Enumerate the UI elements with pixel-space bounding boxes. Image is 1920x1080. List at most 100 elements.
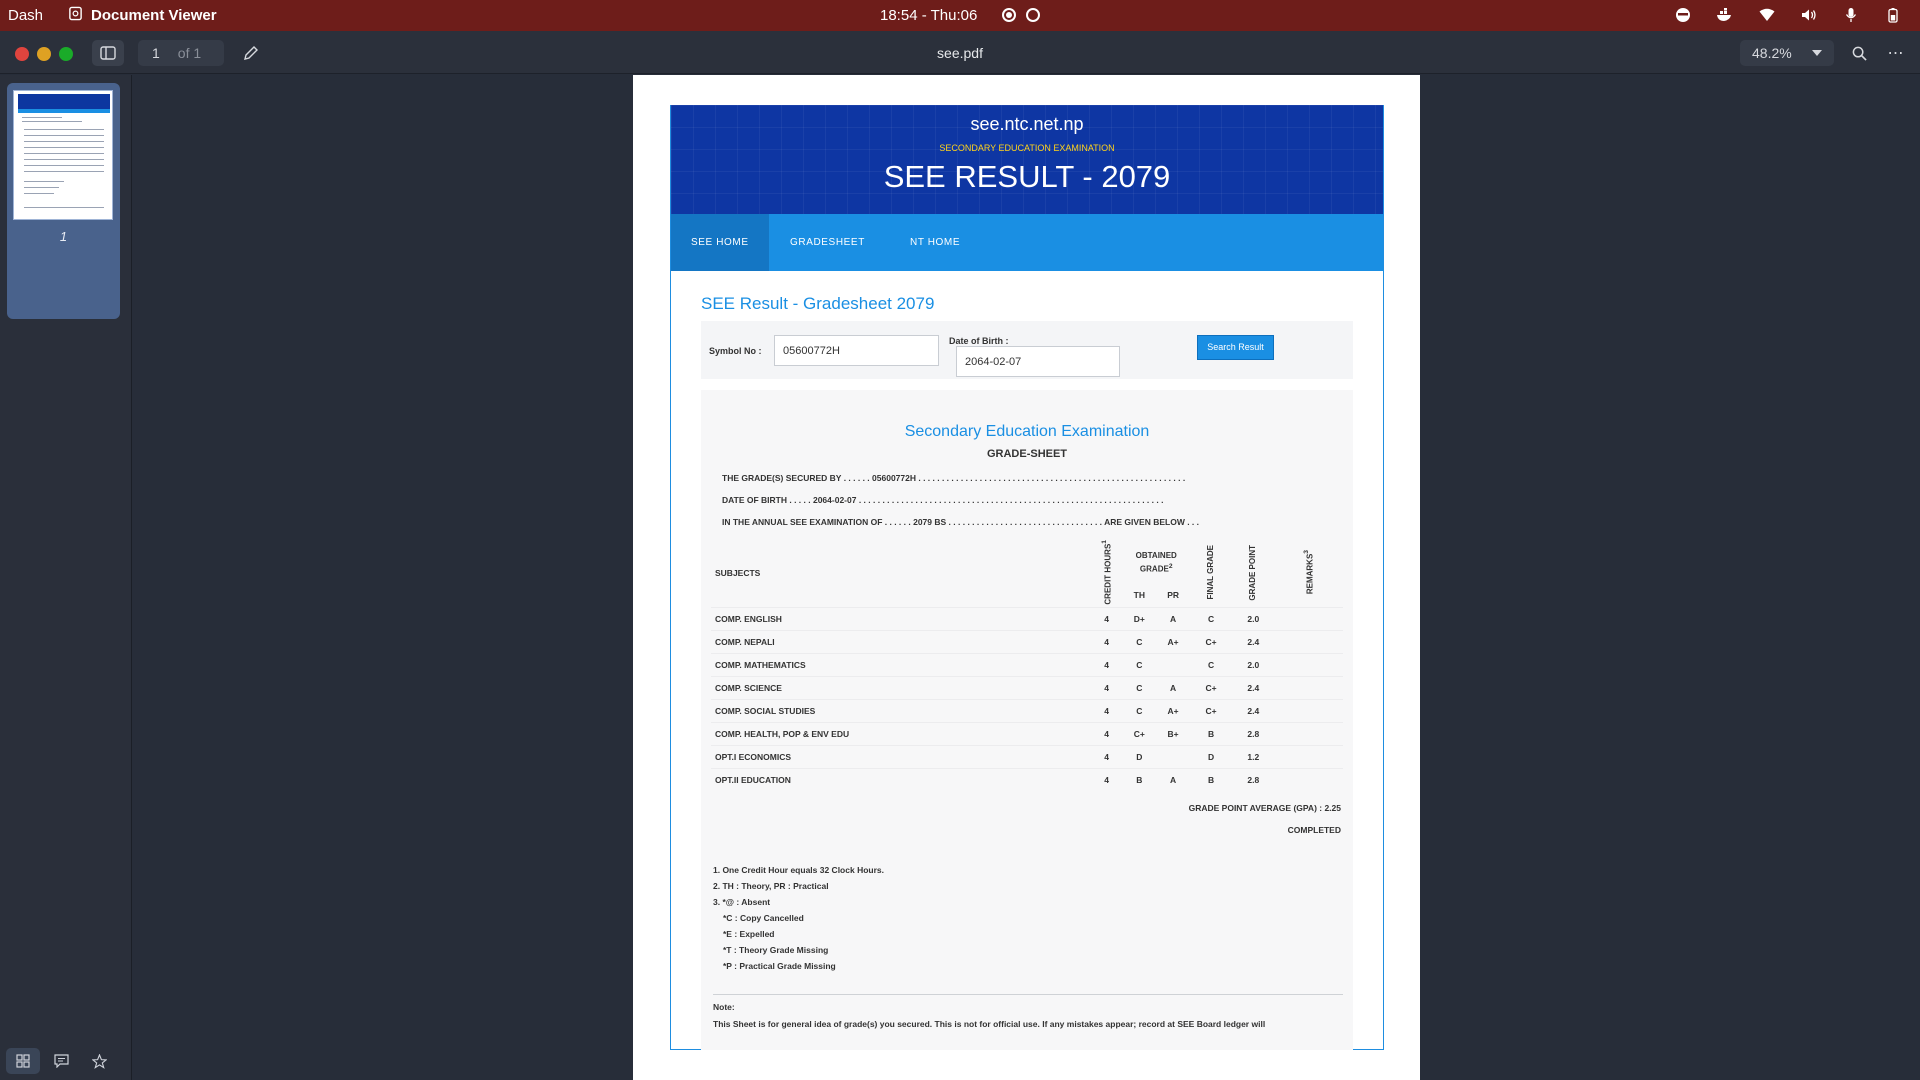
site-domain: see.ntc.net.np	[970, 114, 1084, 134]
dob-label: Date of Birth :	[949, 336, 1009, 346]
credit-cell: 4	[1090, 652, 1123, 677]
table-row: COMP. NEPALI 4 C A+ C+ 2.4	[711, 629, 1343, 654]
grade-point-cell: 2.8	[1232, 721, 1275, 746]
volume-icon[interactable]	[1800, 6, 1818, 24]
more-options-button[interactable]: ⋯	[1882, 40, 1910, 66]
wifi-icon[interactable]	[1758, 6, 1776, 24]
final-grade-cell: C+	[1189, 629, 1233, 654]
annotate-button[interactable]	[238, 40, 264, 66]
footnote-practical-missing: *P : Practical Grade Missing	[723, 961, 836, 971]
header-remarks: REMARKS3	[1302, 550, 1315, 595]
circle-indicator-icon[interactable]	[1026, 8, 1040, 22]
final-grade-cell: C+	[1189, 698, 1233, 723]
clock[interactable]: 18:54 - Thu:06	[880, 7, 977, 24]
remarks-cell	[1274, 767, 1343, 792]
credit-cell: 4	[1090, 744, 1123, 769]
close-window-button[interactable]	[15, 47, 29, 61]
table-row: COMP. MATHEMATICS 4 C C 2.0	[711, 652, 1343, 677]
remarks-cell	[1274, 629, 1343, 654]
page-number-input[interactable]: 1	[152, 45, 160, 61]
grade-point-cell: 2.4	[1232, 675, 1275, 700]
page-number-field[interactable]: 1 of 1	[138, 40, 224, 66]
sheet-title: Secondary Education Examination	[904, 423, 1150, 440]
header-subjects: SUBJECTS	[715, 568, 761, 579]
thumbnail-page-number: 1	[59, 229, 68, 244]
nav-nt-home[interactable]: NT HOME	[890, 214, 980, 271]
sidebar-toggle-button[interactable]	[92, 40, 124, 66]
footnote-3: 3. *@ : Absent	[713, 897, 771, 907]
subject-cell: COMP. HEALTH, POP & ENV EDU	[711, 721, 1091, 746]
annotations-view-button[interactable]	[44, 1048, 78, 1074]
subject-cell: OPT.II EDUCATION	[711, 767, 1091, 792]
gpa-summary: GRADE POINT AVERAGE (GPA) : 2.25	[1188, 803, 1341, 813]
footnote-1: 1. One Credit Hour equals 32 Clock Hours…	[713, 865, 884, 875]
grade-point-cell: 2.4	[1232, 698, 1275, 723]
microphone-icon[interactable]	[1842, 6, 1860, 24]
search-button[interactable]	[1845, 40, 1873, 66]
sidebar-icon	[100, 46, 116, 60]
minimize-window-button[interactable]	[37, 47, 51, 61]
credit-cell: 4	[1090, 721, 1123, 746]
declaration-line-1: THE GRADE(S) SECURED BY . . . . . . 0560…	[722, 473, 1186, 483]
header-grade-point: GRADE POINT	[1248, 544, 1258, 601]
divider	[713, 994, 1343, 995]
pdf-page: see.ntc.net.np SECONDARY EDUCATION EXAMI…	[633, 75, 1420, 1080]
zoom-dropdown[interactable]: 48.2%	[1740, 40, 1834, 66]
remarks-cell	[1274, 652, 1343, 677]
comment-icon	[53, 1054, 69, 1068]
symbol-input[interactable]: 05600772H	[774, 335, 939, 366]
nav-see-home[interactable]: SEE HOME	[671, 214, 769, 271]
app-name: Document Viewer	[91, 7, 217, 24]
table-row: OPT.II EDUCATION 4 B A B 2.8	[711, 767, 1343, 792]
sheet-subtitle: GRADE-SHEET	[986, 448, 1068, 460]
grade-point-cell: 2.0	[1232, 652, 1275, 677]
search-icon	[1852, 46, 1867, 61]
th-grade-cell: B	[1122, 767, 1157, 792]
header-final-grade: FINAL GRADE	[1206, 545, 1216, 600]
dash-button[interactable]: Dash	[8, 7, 43, 24]
pr-grade-cell	[1156, 744, 1190, 769]
subject-cell: OPT.I ECONOMICS	[711, 744, 1091, 769]
sidebar-view-switcher	[6, 1048, 116, 1074]
grade-point-cell: 2.0	[1232, 606, 1275, 631]
declaration-line-3: IN THE ANNUAL SEE EXAMINATION OF . . . .…	[722, 517, 1200, 527]
th-grade-cell: D	[1122, 744, 1157, 769]
bookmarks-view-button[interactable]	[82, 1048, 116, 1074]
footnote-copy-cancelled: *C : Copy Cancelled	[723, 913, 804, 923]
emoji-face-icon[interactable]	[1674, 6, 1692, 24]
battery-icon[interactable]	[1884, 6, 1902, 24]
dob-input[interactable]: 2064-02-07	[956, 346, 1120, 377]
screen-record-icon[interactable]	[1002, 8, 1016, 22]
subject-cell: COMP. MATHEMATICS	[711, 652, 1091, 677]
thumbnails-view-button[interactable]	[6, 1048, 40, 1074]
chevron-down-icon	[1812, 50, 1822, 56]
grade-point-cell: 2.4	[1232, 629, 1275, 654]
table-row: COMP. SOCIAL STUDIES 4 C A+ C+ 2.4	[711, 698, 1343, 723]
viewer-toolbar: 1 of 1 see.pdf 48.2% ⋯	[0, 31, 1920, 74]
docker-whale-icon[interactable]	[1716, 6, 1734, 24]
pr-grade-cell: A	[1156, 606, 1190, 631]
remarks-cell	[1274, 675, 1343, 700]
declaration-line-2: DATE OF BIRTH . . . . . 2064-02-07 . . .…	[722, 495, 1164, 505]
pr-grade-cell: A	[1156, 767, 1190, 792]
table-row: COMP. SCIENCE 4 C A C+ 2.4	[711, 675, 1343, 700]
document-viewer-icon	[68, 6, 83, 25]
maximize-window-button[interactable]	[59, 47, 73, 61]
subject-cell: COMP. ENGLISH	[711, 606, 1091, 631]
site-title: SEE RESULT - 2079	[883, 159, 1171, 194]
site-header: see.ntc.net.np SECONDARY EDUCATION EXAMI…	[671, 105, 1383, 214]
search-result-button[interactable]: Search Result	[1197, 335, 1274, 360]
app-menu[interactable]: Document Viewer	[68, 6, 217, 25]
result-search-form: Symbol No : 05600772H Date of Birth : 20…	[701, 321, 1353, 379]
grade-sheet: Secondary Education Examination GRADE-SH…	[701, 390, 1353, 1050]
site-subtitle: SECONDARY EDUCATION EXAMINATION	[939, 143, 1115, 153]
header-obtained-grade: OBTAINED GRADE2	[1135, 550, 1177, 574]
note-text: This Sheet is for general idea of grade(…	[713, 1019, 1266, 1029]
credit-cell: 4	[1090, 606, 1123, 631]
th-grade-cell: C	[1122, 698, 1157, 723]
page-thumbnail-1[interactable]: 1	[7, 83, 120, 319]
page-count: of 1	[177, 45, 202, 61]
pr-grade-cell: A+	[1156, 698, 1190, 723]
nav-gradesheet[interactable]: GRADESHEET	[770, 214, 885, 271]
page-content-frame: see.ntc.net.np SECONDARY EDUCATION EXAMI…	[670, 105, 1384, 1050]
